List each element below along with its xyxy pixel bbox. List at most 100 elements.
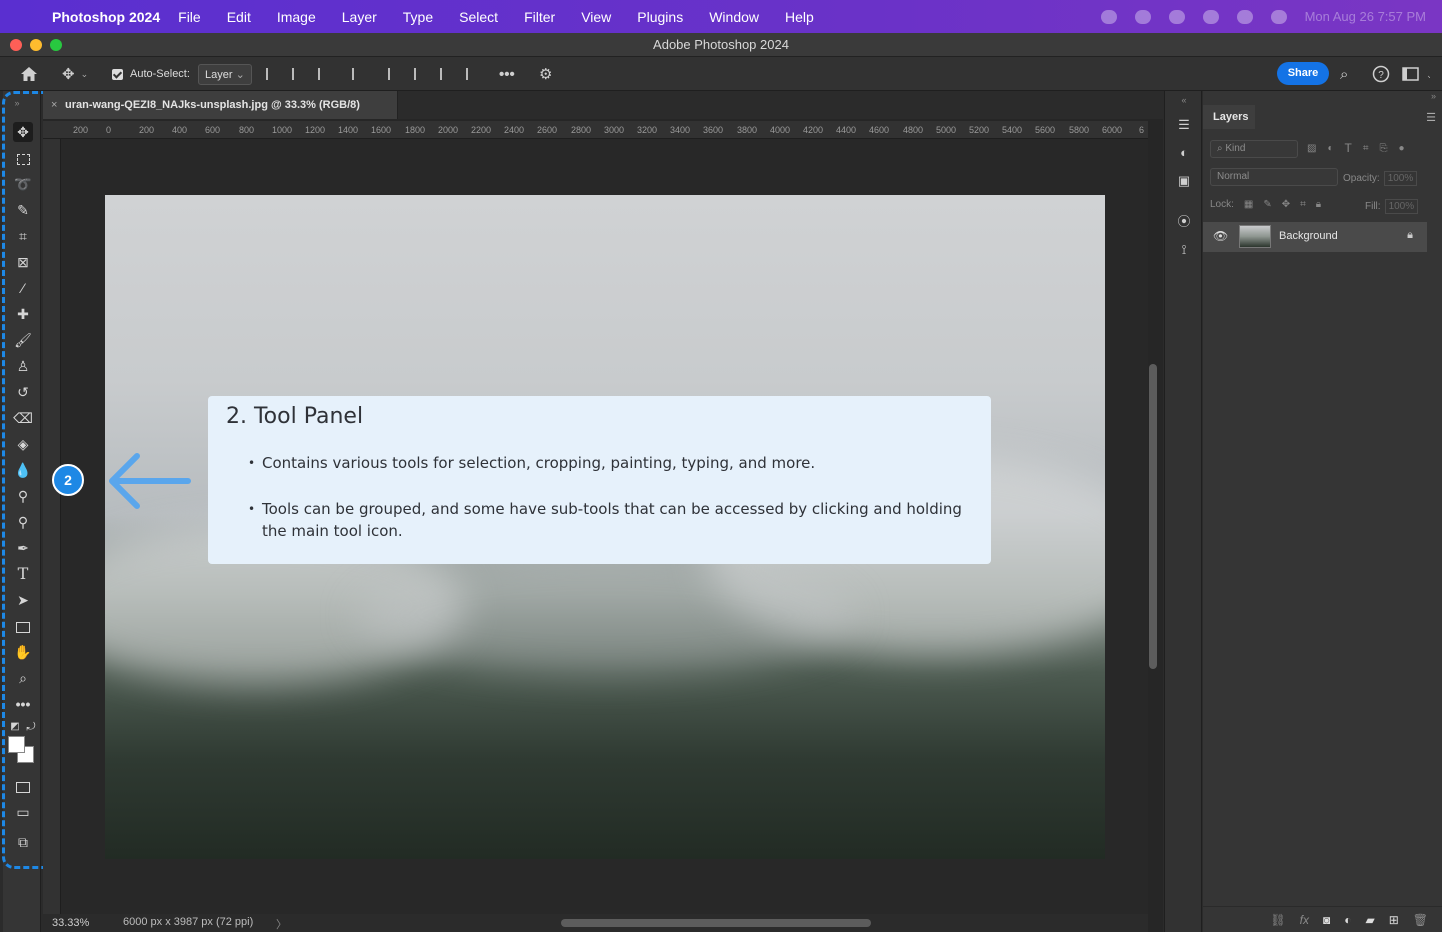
fx-icon[interactable]: fx xyxy=(1300,913,1309,927)
ruler-label: 2400 xyxy=(504,125,525,135)
tab-layers[interactable]: Layers xyxy=(1203,105,1255,129)
filter-smart-object-icon[interactable]: ⎘ xyxy=(1379,143,1387,154)
search-icon[interactable] xyxy=(1236,9,1253,24)
search-icon[interactable]: ⌕ xyxy=(1340,57,1348,91)
minimize-window-button[interactable] xyxy=(30,39,42,51)
zoom-level[interactable]: 33.33% xyxy=(52,917,89,929)
distribute-vertical-icon[interactable] xyxy=(466,68,480,80)
wifi-icon[interactable] xyxy=(1202,9,1219,24)
menu-filter[interactable]: Filter xyxy=(524,9,555,25)
channels-icon[interactable]: ⦿ xyxy=(1175,213,1193,231)
move-tool-preset-icon[interactable]: ✥ ⌄ xyxy=(62,57,88,91)
menu-image[interactable]: Image xyxy=(277,9,316,25)
color-icon[interactable]: ◐ xyxy=(1175,144,1193,162)
align-left-icon[interactable] xyxy=(266,68,280,80)
home-icon[interactable] xyxy=(20,57,38,91)
lock-position-icon[interactable]: ✥ xyxy=(1282,199,1290,210)
status-menu-arrow-icon[interactable]: 〉 xyxy=(276,916,287,932)
clock[interactable]: Mon Aug 26 7:57 PM xyxy=(1305,9,1426,24)
document-tab[interactable]: × uran-wang-QEZI8_NAJks-unsplash.jpg @ 3… xyxy=(43,91,398,119)
fill-input[interactable]: 100% xyxy=(1384,199,1419,214)
distribute-icon[interactable] xyxy=(352,68,366,80)
ruler-label: 1400 xyxy=(338,125,359,135)
layer-filter-kind[interactable]: ⌕ Kind xyxy=(1210,140,1298,158)
window-title: Adobe Photoshop 2024 xyxy=(653,37,789,52)
menu-view[interactable]: View xyxy=(581,9,611,25)
menu-select[interactable]: Select xyxy=(459,9,498,25)
adjustments-icon[interactable]: ☰ xyxy=(1175,116,1193,134)
menu-window[interactable]: Window xyxy=(709,9,759,25)
lock-image-icon[interactable]: ✎ xyxy=(1263,199,1271,210)
panel-menu-icon[interactable]: ☰ xyxy=(1426,111,1436,124)
lock-all-icon[interactable]: 🔒︎ xyxy=(1316,199,1321,210)
add-mask-icon[interactable]: ◙ xyxy=(1323,913,1330,927)
menu-type[interactable]: Type xyxy=(403,9,433,25)
align-bottom-icon[interactable] xyxy=(440,68,454,80)
libraries-icon[interactable]: ▣ xyxy=(1175,172,1193,190)
trash-icon[interactable]: 🗑︎ xyxy=(1413,913,1428,927)
vertical-scrollbar[interactable] xyxy=(1149,364,1157,669)
zoom-window-button[interactable] xyxy=(50,39,62,51)
layer-row-background[interactable]: 👁︎ Background 🔒︎ xyxy=(1203,222,1427,252)
collapse-dock-icon[interactable]: « xyxy=(1175,91,1193,109)
document-tab-title: uran-wang-QEZI8_NAJks-unsplash.jpg @ 33.… xyxy=(65,99,360,111)
auto-select-value: Layer xyxy=(205,68,233,81)
lock-artboard-icon[interactable]: ⌗ xyxy=(1300,199,1306,210)
ruler-label: 4600 xyxy=(869,125,890,135)
filter-toggle-icon[interactable]: ● xyxy=(1398,143,1404,154)
auto-select-dropdown[interactable]: Layer ⌄ xyxy=(198,57,252,91)
ruler-label: 4000 xyxy=(770,125,791,135)
align-middle-icon[interactable] xyxy=(414,68,428,80)
close-tab-icon[interactable]: × xyxy=(51,91,57,119)
filter-pixel-icon[interactable]: ▨ xyxy=(1307,143,1316,154)
blend-mode-value: Normal xyxy=(1217,171,1250,182)
panel-dock-strip: « ☰ ◐ ▣ ⦿ ⟟ xyxy=(1164,91,1202,932)
ruler-label: 4800 xyxy=(903,125,924,135)
app-menu[interactable]: Photoshop 2024 xyxy=(52,9,160,25)
new-layer-icon[interactable]: ⊞ xyxy=(1389,913,1399,927)
auto-select-checkbox[interactable]: Auto-Select: xyxy=(112,57,190,91)
menu-plugins[interactable]: Plugins xyxy=(637,9,683,25)
horizontal-scrollbar[interactable] xyxy=(561,919,871,927)
menu-file[interactable]: File xyxy=(178,9,201,25)
status-icon[interactable] xyxy=(1100,9,1117,24)
opacity-input[interactable]: 100% xyxy=(1383,171,1418,186)
ruler-label: 2200 xyxy=(471,125,492,135)
vertical-ruler[interactable] xyxy=(43,139,61,915)
collapse-panel-icon[interactable]: » xyxy=(1431,91,1436,101)
eye-icon[interactable]: 👁︎ xyxy=(1213,229,1228,243)
blend-mode-dropdown[interactable]: Normal xyxy=(1210,168,1338,186)
ruler-label: 200 xyxy=(73,125,89,135)
more-options-icon[interactable]: ••• xyxy=(499,57,515,91)
lock-transparent-icon[interactable]: ▦ xyxy=(1244,199,1253,210)
share-button[interactable]: Share xyxy=(1277,62,1329,85)
new-group-icon[interactable]: ▰ xyxy=(1365,913,1374,927)
menu-edit[interactable]: Edit xyxy=(227,9,251,25)
ruler-label: 3400 xyxy=(670,125,691,135)
align-right-icon[interactable] xyxy=(318,68,332,80)
close-window-button[interactable] xyxy=(10,39,22,51)
fill-control: Fill: 100% xyxy=(1365,199,1440,214)
filter-adjustment-icon[interactable]: ◐ xyxy=(1327,143,1333,154)
paths-icon[interactable]: ⟟ xyxy=(1175,241,1193,259)
status-icon[interactable] xyxy=(1134,9,1151,24)
auto-select-label: Auto-Select: xyxy=(130,68,190,80)
menu-help[interactable]: Help xyxy=(785,9,814,25)
adjustment-layer-icon[interactable]: ◐ xyxy=(1344,913,1351,927)
align-center-icon[interactable] xyxy=(292,68,306,80)
control-center-icon[interactable] xyxy=(1270,9,1287,24)
callout-bullet: Tools can be grouped, and some have sub-… xyxy=(248,498,962,542)
align-top-icon[interactable] xyxy=(388,68,402,80)
workspace-icon[interactable]: ⌄ xyxy=(1402,57,1430,91)
gear-icon[interactable]: ⚙ xyxy=(539,57,552,91)
filter-shape-icon[interactable]: ⌗ xyxy=(1363,143,1369,154)
lock-icon[interactable]: 🔒︎ xyxy=(1407,229,1413,242)
status-icon[interactable] xyxy=(1168,9,1185,24)
menu-bar: Photoshop 2024 File Edit Image Layer Typ… xyxy=(0,0,1442,33)
link-layers-icon[interactable]: ⛓ xyxy=(1270,913,1285,927)
horizontal-ruler[interactable]: 200 0 200 400 600 800 1000 1200 1400 160… xyxy=(43,121,1148,139)
menu-layer[interactable]: Layer xyxy=(342,9,377,25)
help-icon[interactable]: ? xyxy=(1372,57,1390,91)
ruler-label: 3200 xyxy=(637,125,658,135)
filter-type-icon[interactable]: T xyxy=(1345,141,1352,155)
